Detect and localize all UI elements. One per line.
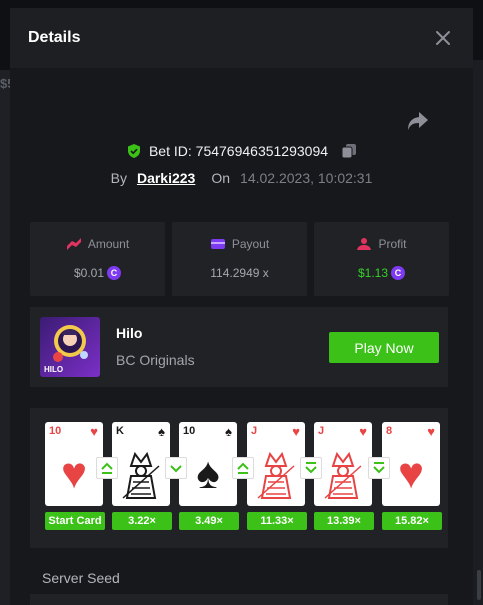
card-multiplier: Start Card	[45, 512, 105, 530]
card-multiplier: 11.33×	[247, 512, 307, 530]
card-suit-icon: ♥	[90, 424, 98, 439]
playing-card: 8 ♥ ♥	[382, 422, 440, 506]
amount-stat: Amount $0.01 C	[30, 222, 165, 296]
cards-history: 10 ♥ ♥ Start Card K ♠ 3.22× 10 ♠ ♠ 3.49× J ♥ 11.33× J ♥…	[30, 408, 448, 548]
username-link[interactable]: Darki223	[137, 170, 195, 186]
background-page-edge	[0, 70, 10, 605]
play-now-button[interactable]: Play Now	[329, 332, 439, 363]
card-suit-icon: ♠	[225, 424, 232, 439]
profit-stat: Profit $1.13 C	[314, 222, 449, 296]
arrow-down-outline-icon	[368, 457, 390, 479]
profit-value: $1.13	[357, 266, 389, 280]
playing-card: J ♥	[247, 422, 305, 506]
share-icon	[408, 112, 428, 130]
arrow-up-outline-icon	[96, 457, 118, 479]
payout-value: 114.2949 x	[210, 266, 269, 280]
bet-id-row: Bet ID: 75476946351293094	[10, 140, 473, 162]
card-suit-icon: ♥	[359, 424, 367, 439]
face-card-art-icon	[314, 444, 372, 504]
game-thumbnail[interactable]: HILO	[40, 317, 100, 377]
wallet-icon	[210, 239, 225, 249]
close-button[interactable]	[431, 26, 455, 50]
bet-author-row: By Darki223 On 14.02.2023, 10:02:31	[10, 168, 473, 188]
card-rank: K	[116, 425, 124, 437]
card-rank: J	[318, 425, 325, 437]
card-multiplier: 13.39×	[314, 512, 374, 530]
by-label: By	[110, 170, 127, 186]
playing-card: J ♥	[314, 422, 372, 506]
playing-card: 10 ♠ ♠	[179, 422, 237, 506]
share-button[interactable]	[405, 109, 431, 133]
bet-datetime: 14.02.2023, 10:02:31	[240, 170, 373, 186]
bcd-coin-icon: C	[391, 266, 406, 280]
card-rank: 8	[386, 425, 393, 437]
card-multiplier: 15.82×	[382, 512, 442, 530]
arrow-down-outline-icon	[300, 457, 322, 479]
details-modal: Details Bet ID: 75476946351293094 By Dar…	[10, 8, 473, 605]
arrow-up-outline-icon	[232, 457, 254, 479]
card-rank: 10	[183, 425, 196, 437]
verified-shield-icon	[127, 144, 140, 158]
game-provider: BC Originals	[116, 352, 195, 368]
game-info: HILO Hilo BC Originals Play Now	[30, 307, 448, 387]
server-seed-label: Server Seed	[42, 570, 120, 586]
card-rank: J	[251, 425, 258, 437]
card-rank: 10	[49, 425, 62, 437]
close-icon	[436, 31, 450, 45]
scrollbar-thumb[interactable]	[477, 570, 481, 600]
amount-value: $0.01	[73, 266, 105, 280]
modal-title: Details	[28, 29, 81, 46]
playing-card: 10 ♥ ♥	[45, 422, 103, 506]
server-seed-field[interactable]	[30, 594, 448, 605]
game-name: Hilo	[116, 325, 143, 341]
face-card-art-icon	[247, 444, 305, 504]
face-card-art-icon	[112, 444, 170, 504]
profit-icon	[357, 238, 372, 250]
background-page-edge-right	[473, 60, 483, 605]
game-thumb-label: HILO	[44, 365, 64, 374]
arrow-down-icon	[165, 457, 187, 479]
modal-header: Details	[10, 8, 473, 68]
copy-icon[interactable]	[341, 143, 357, 159]
card-suit-large-icon: ♠	[196, 449, 220, 498]
on-label: On	[211, 170, 231, 186]
bet-id: Bet ID: 75476946351293094	[148, 143, 329, 159]
payout-stat: Payout 114.2949 x	[172, 222, 307, 296]
payout-label: Payout	[231, 237, 270, 251]
profit-label: Profit	[378, 237, 407, 251]
card-suit-large-icon: ♥	[397, 449, 425, 498]
card-multiplier: 3.49×	[179, 512, 239, 530]
card-suit-icon: ♥	[292, 424, 300, 439]
card-multiplier: 3.22×	[112, 512, 172, 530]
amount-label: Amount	[87, 237, 130, 251]
card-suit-icon: ♥	[427, 424, 435, 439]
amount-icon	[66, 238, 81, 250]
bcd-coin-icon: C	[107, 266, 122, 280]
card-suit-icon: ♠	[158, 424, 165, 439]
card-suit-large-icon: ♥	[60, 449, 88, 498]
playing-card: K ♠	[112, 422, 170, 506]
